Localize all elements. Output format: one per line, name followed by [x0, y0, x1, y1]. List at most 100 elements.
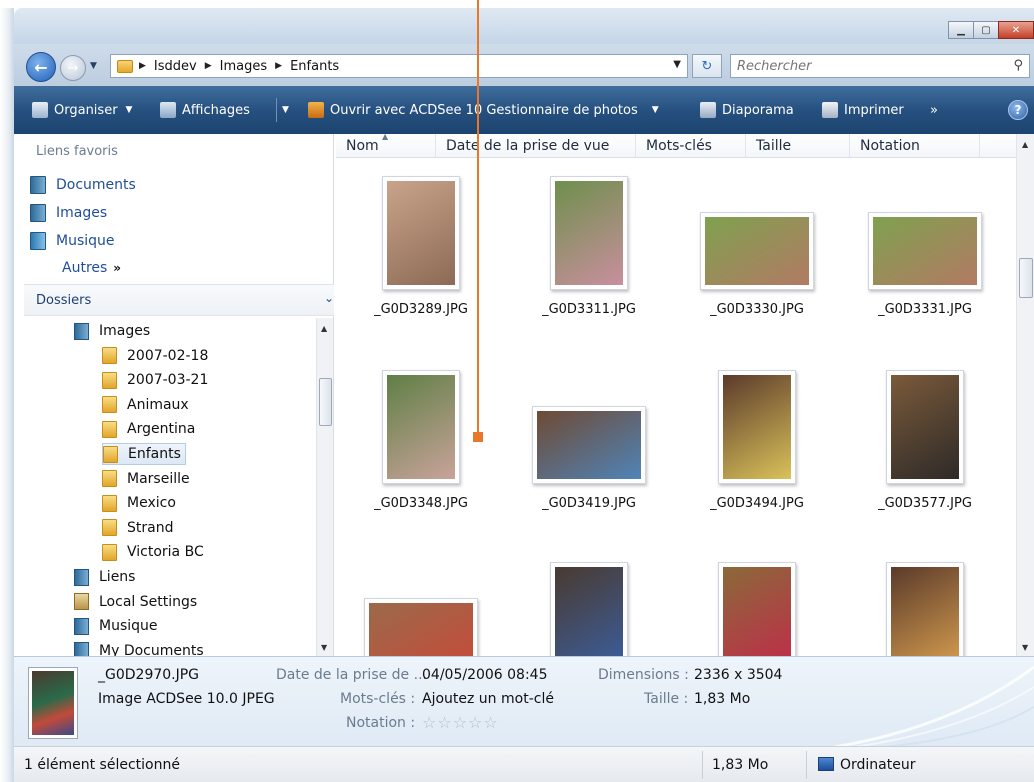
folder-icon [103, 445, 118, 463]
tree-item-images[interactable]: Images [74, 320, 150, 342]
file-list-scrollbar[interactable]: ▲ ▼ [1016, 134, 1034, 656]
tree-item-animaux[interactable]: Animaux [102, 394, 189, 416]
tree-item-marseille[interactable]: Marseille [102, 468, 190, 490]
search-input[interactable] [737, 58, 997, 74]
refresh-button[interactable]: ↻ [692, 54, 722, 78]
file-name-label[interactable]: _G0D3494.JPG [672, 496, 842, 511]
maximize-button[interactable]: ▢ [973, 21, 999, 39]
tree-item-2007-02-18[interactable]: 2007-02-18 [102, 345, 208, 367]
folder-tree-scrollbar[interactable]: ▲ ▼ [316, 318, 333, 656]
favorite-music[interactable]: Musique [30, 230, 115, 252]
forward-button[interactable]: → [60, 55, 86, 81]
library-icon [74, 642, 89, 656]
dimensions-label: Dimensions : [598, 667, 689, 683]
file-item[interactable] [504, 134, 674, 656]
scroll-down-icon[interactable]: ▼ [1022, 643, 1028, 652]
views-label: Affichages [182, 102, 250, 118]
breadcrumb-separator-icon[interactable]: ▶ [139, 61, 146, 71]
date-taken-label: Date de la prise de ... [276, 667, 427, 683]
details-pane: _G0D2970.JPG Image ACDSee 10.0 JPEG Date… [14, 656, 1034, 746]
views-dropdown[interactable]: ▼ [282, 99, 289, 121]
open-with-button[interactable]: Ouvrir avec ACDSee 10 Gestionnaire de ph… [308, 99, 659, 121]
annotation-marker [473, 432, 483, 442]
search-box[interactable]: ⚲ [730, 54, 1030, 78]
scroll-up-icon[interactable]: ▲ [1022, 140, 1028, 149]
file-name-label[interactable]: _G0D3577.JPG [840, 496, 1010, 511]
more-favorites-link[interactable]: Autres » [62, 260, 121, 276]
tree-item-mexico[interactable]: Mexico [102, 492, 176, 514]
address-dropdown-icon[interactable]: ▼ [673, 59, 681, 70]
chevron-down-icon[interactable]: ⌄ [324, 291, 334, 305]
help-icon: ? [1014, 103, 1022, 117]
folder-icon [102, 519, 117, 537]
file-name-label[interactable]: _G0D3348.JPG [336, 496, 506, 511]
tree-item-victoria-bc[interactable]: Victoria BC [102, 541, 204, 563]
scroll-down-icon[interactable]: ▼ [321, 643, 327, 652]
folder-icon [102, 543, 117, 561]
photo-image [387, 375, 455, 479]
tree-item-strand[interactable]: Strand [102, 517, 173, 539]
address-bar[interactable]: ▶ Isddev ▶ Images ▶ Enfants ▼ [110, 54, 688, 78]
minimize-icon: ▁ [957, 24, 965, 36]
favorite-label: Musique [56, 233, 115, 249]
breadcrumb-isddev[interactable]: Isddev [154, 59, 197, 74]
window-frame-left [0, 8, 14, 782]
search-icon[interactable]: ⚲ [1013, 58, 1023, 73]
close-button[interactable]: ✕ [998, 21, 1034, 39]
slideshow-button[interactable]: Diaporama [700, 99, 794, 121]
folders-header[interactable]: Dossiers ⌄ [24, 284, 334, 316]
recent-pages-dropdown[interactable]: ▼ [90, 61, 102, 73]
breadcrumb-enfants[interactable]: Enfants [290, 59, 339, 74]
back-button[interactable]: ← [26, 52, 56, 82]
tree-item-label: Victoria BC [127, 544, 204, 561]
status-size: 1,83 Mo [712, 757, 769, 773]
photo-thumbnail[interactable] [364, 598, 478, 656]
tree-item-label: Enfants [128, 446, 181, 462]
tree-item-label: Local Settings [99, 593, 198, 610]
file-item[interactable] [840, 134, 1010, 656]
scrollbar-thumb[interactable] [1019, 258, 1033, 298]
photo-thumbnail[interactable] [382, 370, 460, 484]
rating-stars[interactable]: ☆☆☆☆☆ [422, 713, 499, 732]
file-item[interactable] [336, 134, 506, 656]
more-commands-button[interactable]: » [930, 99, 938, 121]
address-row: ← → ▼ ▶ Isddev ▶ Images ▶ Enfants ▼ ↻ ⚲ [14, 44, 1034, 86]
caption-buttons: ▁ ▢ ✕ [948, 21, 1034, 39]
tree-item-label: Marseille [127, 470, 190, 487]
minimize-button[interactable]: ▁ [948, 21, 974, 39]
tree-item-my-documents[interactable]: My Documents [74, 640, 204, 656]
tree-item-argentina[interactable]: Argentina [102, 418, 195, 440]
file-item[interactable] [672, 134, 842, 656]
favorite-images[interactable]: Images [30, 202, 107, 224]
organize-button[interactable]: Organiser ▼ [32, 99, 132, 121]
organize-icon [32, 102, 48, 118]
photo-thumbnail[interactable] [718, 562, 796, 656]
photo-thumbnail[interactable] [550, 562, 628, 656]
photo-thumbnail[interactable] [886, 370, 964, 484]
help-button[interactable]: ? [1008, 100, 1028, 120]
favorite-documents[interactable]: Documents [30, 174, 136, 196]
photo-image [891, 375, 959, 479]
selected-file-thumbnail [28, 667, 78, 739]
tree-item-2007-03-21[interactable]: 2007-03-21 [102, 369, 208, 391]
views-button[interactable]: Affichages [160, 99, 250, 121]
photo-thumbnail[interactable] [532, 406, 646, 484]
keywords-value[interactable]: Ajoutez un mot-clé [422, 691, 554, 707]
tree-item-local-settings[interactable]: Local Settings [74, 591, 197, 613]
print-button[interactable]: Imprimer [822, 99, 904, 121]
chevron-down-icon: ▼ [125, 105, 133, 115]
scrollbar-thumb[interactable] [319, 378, 332, 426]
file-name-label[interactable]: _G0D3419.JPG [504, 496, 674, 511]
scroll-up-icon[interactable]: ▲ [321, 324, 327, 333]
photo-thumbnail[interactable] [718, 370, 796, 484]
breadcrumb-separator-icon[interactable]: ▶ [275, 61, 282, 71]
settings-folder-icon [74, 593, 89, 611]
photo-image [723, 375, 791, 479]
tree-item-enfants[interactable]: Enfants [102, 443, 186, 465]
breadcrumb-images[interactable]: Images [220, 59, 268, 74]
photo-thumbnail[interactable] [886, 562, 964, 656]
tree-item-musique[interactable]: Musique [74, 615, 158, 637]
tree-item-liens[interactable]: Liens [74, 566, 135, 588]
tree-item-label: Musique [99, 618, 158, 635]
breadcrumb-separator-icon[interactable]: ▶ [205, 61, 212, 71]
